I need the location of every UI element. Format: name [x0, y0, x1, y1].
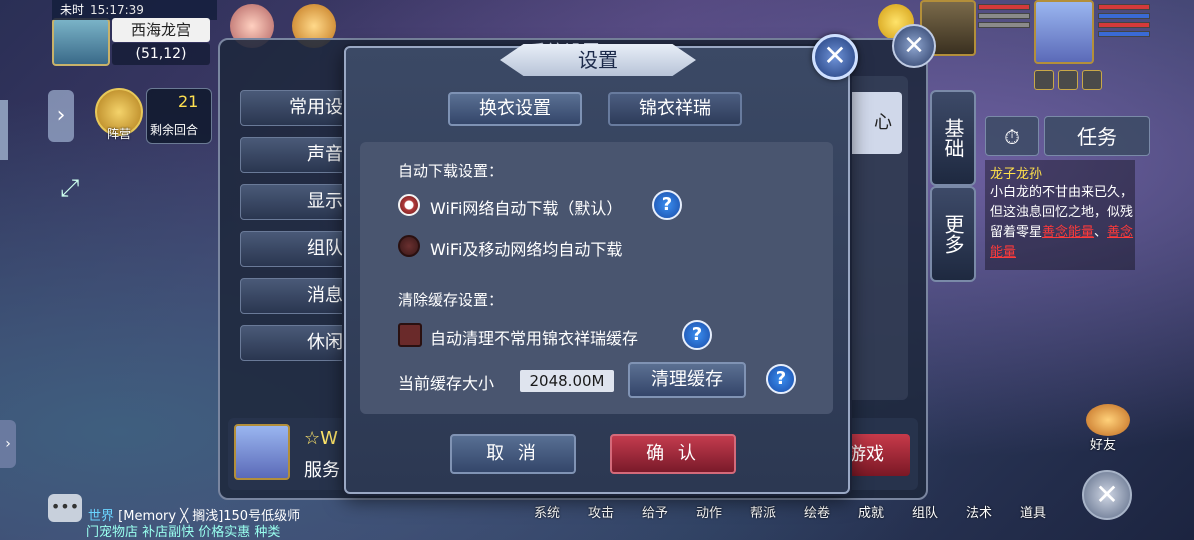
avatar — [234, 424, 290, 480]
bg-menu-item[interactable]: 声音 — [240, 137, 350, 173]
player-status-bars — [1098, 4, 1150, 40]
menu-close-icon[interactable]: ✕ — [1082, 470, 1132, 520]
buff-icon[interactable] — [1058, 70, 1078, 90]
wifi-mobile-radio[interactable] — [398, 235, 420, 257]
menu-achievement[interactable]: 成就 — [844, 502, 898, 521]
timer-icon[interactable]: ⏱ — [985, 116, 1039, 156]
help-icon[interactable]: ? — [766, 364, 796, 394]
auto-clean-label[interactable]: 自动清理不常用锦衣祥瑞缓存 — [430, 325, 638, 349]
menu-spell[interactable]: 法术 — [952, 502, 1006, 521]
menu-items[interactable]: 道具 — [1006, 502, 1060, 521]
menu-give[interactable]: 给予 — [628, 502, 682, 521]
cache-size-value: 2048.00M — [520, 370, 614, 392]
menu-action[interactable]: 动作 — [682, 502, 736, 521]
help-icon[interactable]: ? — [652, 190, 682, 220]
menu-system[interactable]: 系统 — [520, 502, 574, 521]
background-close-icon[interactable]: ✕ — [892, 24, 936, 68]
wifi-only-radio[interactable] — [398, 194, 420, 216]
chat-icon[interactable]: ••• — [48, 494, 82, 522]
tab-jinyi-xiangrui[interactable]: 锦衣祥瑞 — [608, 92, 742, 126]
turns-left-label: 剩余回合 — [150, 123, 199, 137]
quest-separator: 、 — [1094, 225, 1108, 240]
quest-link[interactable]: 善念能量 — [1042, 225, 1094, 240]
tab-basic[interactable]: 基础 — [930, 90, 976, 186]
bg-menu-item[interactable]: 消息 — [240, 278, 350, 314]
wifi-mobile-label[interactable]: WiFi及移动网络均自动下载 — [430, 236, 622, 260]
dialog-title: 设置 — [578, 48, 618, 72]
menu-scroll[interactable]: 绘卷 — [790, 502, 844, 521]
bg-menu-item[interactable]: 休闲 — [240, 325, 350, 361]
coordinates: (51,12) — [112, 43, 210, 65]
background-player-name: ☆W — [304, 428, 338, 449]
pet-status-bars — [978, 4, 1030, 31]
minimap-thumbnail[interactable] — [52, 18, 110, 66]
player-portrait[interactable] — [1034, 0, 1094, 64]
friends-label: 好友 — [1090, 438, 1117, 453]
help-icon[interactable]: ? — [682, 320, 712, 350]
turns-left-value: 21 — [178, 92, 199, 111]
buff-icon[interactable] — [1082, 70, 1102, 90]
background-player-server: 服务 — [304, 460, 340, 481]
status-bar: 未时 15:17:39 — [52, 0, 217, 20]
bg-menu-item[interactable]: 常用设 — [240, 90, 350, 126]
chat-message-cont[interactable]: 门宠物店 补店副快 价格实惠 种类 — [86, 521, 280, 540]
auto-clean-checkbox[interactable] — [398, 323, 422, 347]
quest-description[interactable]: 小白龙的不甘由来已久，但这浊息回忆之地，似残留着零星善念能量、善念能量 — [990, 183, 1134, 263]
menu-attack[interactable]: 攻击 — [574, 502, 628, 521]
cache-size-label: 当前缓存大小 — [398, 374, 495, 393]
left-drawer-toggle[interactable]: › — [0, 420, 16, 468]
wifi-only-label[interactable]: WiFi网络自动下载（默认） — [430, 195, 622, 219]
menu-team[interactable]: 组队 — [898, 502, 952, 521]
clear-cache-button[interactable]: 清理缓存 — [628, 362, 746, 398]
cancel-button[interactable]: 取 消 — [450, 434, 576, 474]
friends-icon[interactable] — [1086, 404, 1130, 436]
location-name[interactable]: 西海龙宫 — [112, 18, 210, 42]
buff-icons — [1034, 70, 1102, 90]
background-game-button[interactable]: 游戏 — [844, 434, 910, 476]
clear-cache-label: 清除缓存设置： — [398, 291, 504, 309]
expand-icon[interactable]: ⤢ — [60, 174, 90, 204]
clock: 15:17:39 — [90, 3, 144, 17]
confirm-button[interactable]: 确 认 — [610, 434, 736, 474]
close-icon[interactable]: ✕ — [812, 34, 858, 80]
formation-label: 阵营 — [106, 127, 131, 141]
tab-costume-settings[interactable]: 换衣设置 — [448, 92, 582, 126]
bg-menu-item[interactable]: 组队 — [240, 231, 350, 267]
quest-title[interactable]: 龙子龙孙 — [990, 163, 1042, 182]
bg-menu-item[interactable]: 显示 — [240, 184, 350, 220]
time-period: 未时 — [60, 3, 85, 17]
menu-guild[interactable]: 帮派 — [736, 502, 790, 521]
auto-download-label: 自动下载设置： — [398, 162, 504, 180]
buff-icon[interactable] — [1034, 70, 1054, 90]
bottom-menu: 系统 攻击 给予 动作 帮派 绘卷 成就 组队 法术 道具 — [520, 502, 1060, 521]
tab-more[interactable]: 更多 — [930, 186, 976, 282]
screen-edge-handle — [0, 100, 8, 160]
collapse-arrow-button[interactable]: › — [48, 90, 74, 142]
task-button[interactable]: 任务 — [1044, 116, 1150, 156]
